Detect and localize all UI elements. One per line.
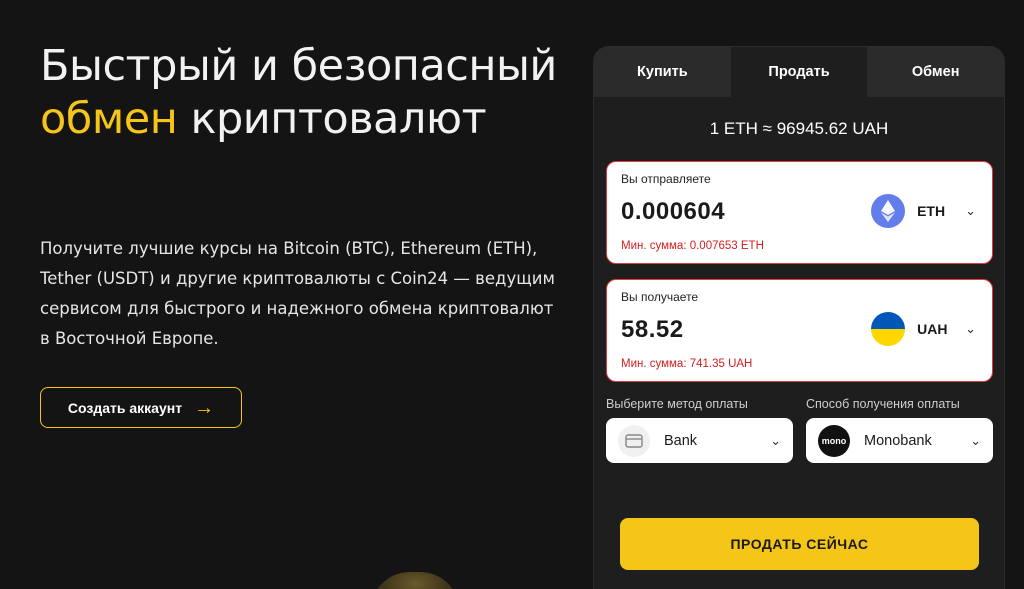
tab-buy[interactable]: Купить (594, 47, 731, 97)
hero-title-part1: Быстрый и безопасный (40, 41, 557, 91)
hero-title-accent: обмен (40, 94, 178, 144)
receive-currency-select[interactable]: UAH ⌄ (871, 312, 976, 346)
ukraine-flag-icon (871, 312, 906, 346)
exchange-widget: Купить Продать Обмен 1 ETH ≈ 96945.62 UA… (593, 46, 1005, 589)
receive-min-amount-error: Мин. сумма: 741.35 UAH (621, 358, 753, 370)
send-amount-input[interactable]: 0.000604 (621, 198, 725, 226)
payment-method-select[interactable]: Bank ⌄ (606, 418, 793, 463)
hero-title: Быстрый и безопасный обмен криптовалют (40, 40, 560, 146)
receive-currency-code: UAH (917, 321, 948, 337)
credit-card-icon (618, 424, 650, 457)
receive-amount-card: Вы получаете 58.52 Мин. сумма: 741.35 UA… (606, 279, 993, 382)
hero-title-part2: криптовалют (177, 94, 487, 144)
exchange-tabs: Купить Продать Обмен (594, 47, 1004, 97)
send-currency-select[interactable]: ETH ⌄ (871, 194, 976, 228)
ethereum-icon (871, 194, 906, 228)
chevron-down-icon: ⌄ (965, 321, 976, 336)
monobank-logo: mono (818, 424, 850, 457)
hero-description: Получите лучшие курсы на Bitcoin (BTC), … (40, 239, 555, 348)
send-min-amount-error: Мин. сумма: 0.007653 ETH (621, 240, 764, 252)
send-currency-code: ETH (917, 203, 946, 219)
tab-sell[interactable]: Продать (730, 47, 868, 97)
tab-exchange[interactable]: Обмен (867, 47, 1004, 97)
exchange-rate: 1 ETH ≈ 96945.62 UAH (709, 119, 889, 138)
payout-method-value: Monobank (864, 432, 932, 449)
receive-amount-input[interactable]: 58.52 (621, 316, 684, 344)
payment-method-label: Выберите метод оплаты (606, 397, 748, 411)
arrow-right-icon: → (194, 396, 215, 419)
sell-now-button[interactable]: ПРОДАТЬ СЕЙЧАС (620, 518, 979, 570)
create-account-button[interactable]: Создать аккаунт → (40, 387, 242, 428)
coin-decoration-image (370, 572, 460, 589)
send-amount-card: Вы отправляете 0.000604 Мин. сумма: 0.00… (606, 161, 993, 264)
chevron-down-icon: ⌄ (965, 203, 976, 218)
chevron-down-icon: ⌄ (970, 432, 981, 448)
payout-method-select[interactable]: mono Monobank ⌄ (806, 418, 993, 463)
payout-method-label: Способ получения оплаты (806, 397, 960, 411)
receive-label: Вы получаете (621, 290, 699, 304)
payment-method-value: Bank (664, 432, 698, 449)
send-label: Вы отправляете (621, 172, 711, 186)
chevron-down-icon: ⌄ (770, 432, 781, 448)
create-account-label: Создать аккаунт (67, 399, 183, 416)
